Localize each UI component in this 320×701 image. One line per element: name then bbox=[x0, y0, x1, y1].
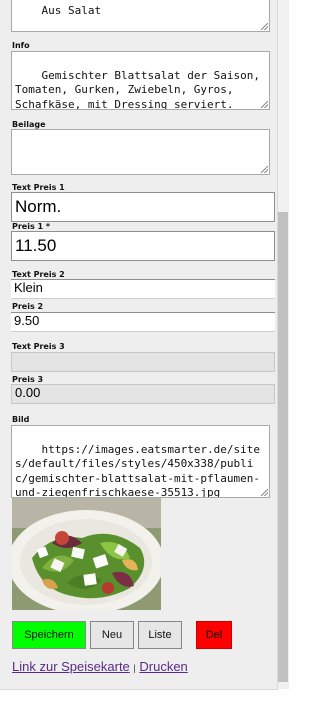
scrollbar-thumb[interactable] bbox=[278, 212, 288, 682]
preis-2-label: Preis 2 bbox=[12, 302, 44, 311]
info-textarea-value: Gemischter Blattsalat der Saison, Tomate… bbox=[15, 68, 261, 110]
dish-photo bbox=[12, 498, 161, 610]
name-textarea-value: Aus Salat bbox=[41, 3, 102, 17]
list-button[interactable]: Liste bbox=[138, 621, 182, 649]
preis-2-input[interactable]: 9.50 bbox=[11, 312, 275, 332]
text-preis-3-label: Text Preis 3 bbox=[12, 342, 65, 351]
delete-button[interactable]: Del bbox=[196, 621, 232, 649]
beilage-textarea[interactable] bbox=[11, 129, 270, 175]
text-preis-2-input[interactable]: Klein bbox=[11, 279, 275, 299]
bild-url-textarea[interactable]: https://images.eatsmarter.de/sites/defau… bbox=[11, 425, 270, 498]
new-button[interactable]: Neu bbox=[90, 621, 134, 649]
link-separator: | bbox=[133, 663, 136, 673]
preis-1-input[interactable]: 11.50 bbox=[11, 231, 275, 261]
preis-3-input[interactable]: 0.00 bbox=[11, 384, 275, 404]
edit-form-panel: Aus Salat Info Gemischter Blattsalat der… bbox=[0, 0, 278, 690]
salad-image bbox=[12, 498, 161, 610]
bild-url-value: https://images.eatsmarter.de/sites/defau… bbox=[15, 442, 261, 498]
save-button[interactable]: Speichern bbox=[12, 621, 86, 649]
text-preis-2-label: Text Preis 2 bbox=[12, 270, 65, 279]
text-preis-1-input[interactable]: Norm. bbox=[11, 192, 275, 222]
bild-label: Bild bbox=[12, 415, 30, 424]
resize-grip-icon[interactable] bbox=[261, 23, 268, 30]
resize-grip-icon[interactable] bbox=[261, 489, 268, 496]
text-preis-3-input[interactable] bbox=[11, 352, 275, 372]
resize-grip-icon[interactable] bbox=[261, 166, 268, 173]
info-textarea[interactable]: Gemischter Blattsalat der Saison, Tomate… bbox=[11, 51, 270, 110]
footer-links: Link zur Speisekarte | Drucken bbox=[12, 659, 188, 674]
preis-1-label: Preis 1 * bbox=[12, 222, 51, 231]
speisekarte-link[interactable]: Link zur Speisekarte bbox=[12, 659, 130, 674]
drucken-link[interactable]: Drucken bbox=[139, 659, 187, 674]
resize-grip-icon[interactable] bbox=[261, 101, 268, 108]
name-textarea[interactable]: Aus Salat bbox=[11, 0, 270, 32]
text-preis-1-label: Text Preis 1 bbox=[12, 183, 65, 192]
beilage-label: Beilage bbox=[12, 120, 46, 129]
preis-3-label: Preis 3 bbox=[12, 375, 44, 384]
info-label: Info bbox=[12, 41, 30, 50]
